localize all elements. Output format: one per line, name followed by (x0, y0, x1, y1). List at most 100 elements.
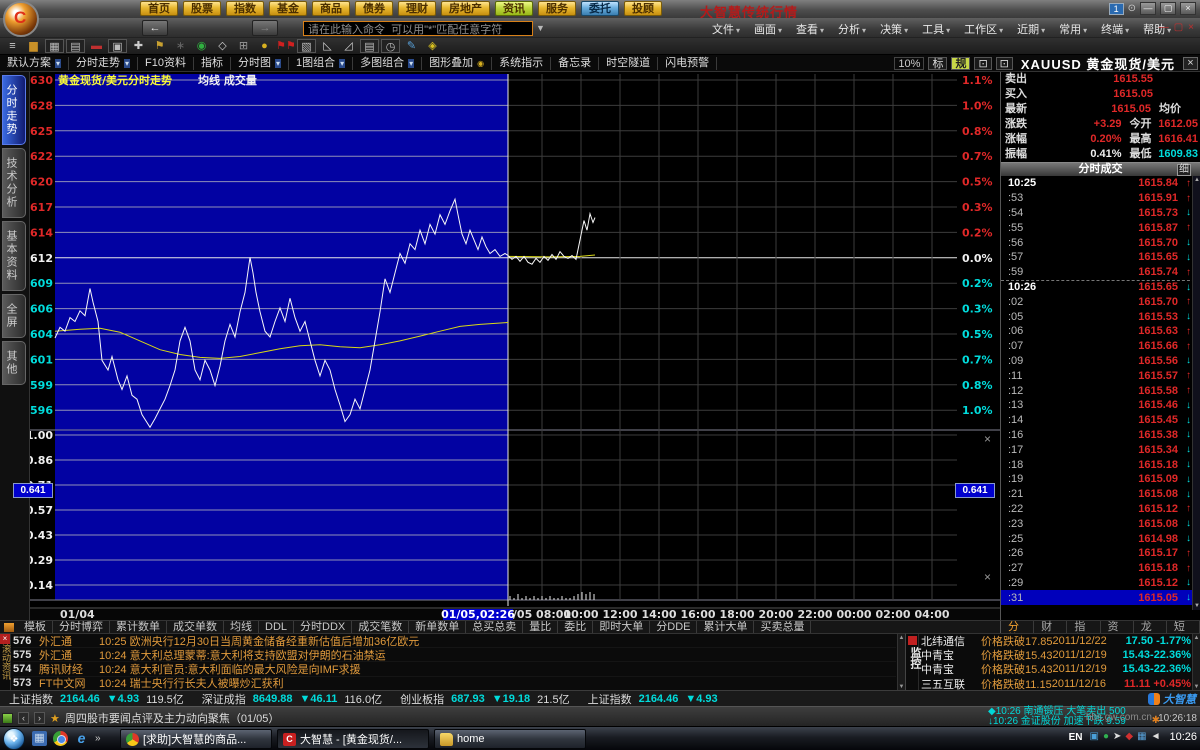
indicator-tab[interactable]: 模板 (18, 621, 53, 633)
mouse-icon[interactable]: ➤ (1113, 730, 1121, 744)
ruler-left-icon[interactable]: ◺ (318, 39, 337, 53)
side-tab[interactable]: 分时走势 (2, 75, 26, 145)
side-tab[interactable]: 基本资料 (2, 221, 26, 291)
monitor-row[interactable]: 中青宝 价格跌破15.43 2011/12/19 15.43-22.36% (921, 648, 1191, 662)
zoom-level[interactable]: 10% (894, 57, 924, 70)
menu-icon[interactable]: ≡ (3, 39, 22, 53)
menu-item[interactable]: 工具 (922, 21, 950, 37)
task-button[interactable]: [求助]大智慧的商品... (120, 729, 272, 749)
monitor-scrollbar[interactable]: ▲ ▼ (1192, 634, 1200, 691)
scheme-tab[interactable]: F10资料 (138, 57, 194, 70)
indicator-tab[interactable]: 分时博弈 (53, 621, 110, 633)
brush-icon[interactable]: ✎ (402, 39, 421, 53)
nav-button[interactable]: 委托 (581, 1, 619, 16)
network-monitor-icon[interactable]: 1 (1109, 3, 1124, 15)
red-flags-icon[interactable]: ⚑⚑ (276, 39, 295, 53)
network-icon[interactable]: ▦ (1137, 730, 1146, 744)
menu-item[interactable]: 分析 (838, 21, 866, 37)
sales-row[interactable]: :17 1615.34 ↓ (1001, 442, 1200, 457)
sales-row[interactable]: :31 1615.05 ↓ (1001, 590, 1200, 605)
right-panel-tab[interactable]: 龙虎 (1134, 621, 1167, 633)
indicator-tab[interactable]: 成交单数 (167, 621, 224, 633)
prev-icon[interactable]: ‹ (18, 712, 29, 724)
scheme-tab[interactable]: 备忘录 (551, 57, 599, 70)
mini-close-icon[interactable]: × (1188, 22, 1194, 33)
sales-row[interactable]: :14 1615.45 ↓ (1001, 413, 1200, 428)
scheme-tab[interactable]: 系统指示 (492, 57, 551, 70)
sales-row[interactable]: :06 1615.63 ↑ (1001, 324, 1200, 339)
security-icon[interactable]: ◆ (1125, 730, 1133, 744)
flag-icon[interactable]: ⚑ (150, 39, 169, 53)
pane-right-icon[interactable]: ⊡ (996, 57, 1013, 70)
nav-button[interactable]: 股票 (183, 1, 221, 16)
sales-row[interactable]: :12 1615.58 ↑ (1001, 383, 1200, 398)
indicator-tab[interactable]: DDL (259, 621, 294, 633)
doc-icon[interactable]: ▤ (360, 39, 379, 53)
chrome-icon[interactable] (53, 731, 68, 746)
scroll-down-icon[interactable]: ▼ (1193, 603, 1200, 609)
mini-restore-icon[interactable]: ▢ (1174, 22, 1183, 33)
back-button[interactable]: ← (142, 20, 168, 36)
sales-row[interactable]: :59 1615.74 ↑ (1001, 265, 1200, 280)
index-item[interactable]: 上证指数 2164.46 ▼4.93 (579, 691, 734, 707)
chart-pane-icon[interactable]: ▤ (66, 39, 85, 53)
scroll-up-icon[interactable]: ▲ (1193, 177, 1200, 183)
indicator-tab[interactable]: 累计数单 (110, 621, 167, 633)
nav-button[interactable]: 债券 (355, 1, 393, 16)
status-headline[interactable]: 周四股市要闻点评及主力动向聚焦（01/05） (65, 710, 280, 726)
menu-item[interactable]: 终端 (1101, 21, 1129, 37)
pane-close-icon-2[interactable]: × (984, 570, 991, 584)
command-dropdown-icon[interactable]: ▼ (536, 23, 545, 33)
app-logo-icon[interactable]: C (3, 1, 39, 37)
sales-row[interactable]: :53 1615.91 ↑ (1001, 191, 1200, 206)
indicator-tab[interactable]: 委比 (558, 621, 593, 633)
dim-icon[interactable]: ∗ (171, 39, 190, 53)
menu-item[interactable]: 文件 (712, 21, 740, 37)
gui-mode-button[interactable]: 规 (951, 57, 970, 70)
monitor-row[interactable]: 中青宝 价格跌破15.43 2011/12/19 15.43-22.36% (921, 662, 1191, 676)
right-panel-tab[interactable]: 财务 (1034, 621, 1067, 633)
monitor-row[interactable]: 北纬通信 价格跌破17.85 2011/12/22 17.50 -1.77% (921, 634, 1191, 648)
intraday-chart[interactable]: 16301.1%16281.0%16250.8%16220.7%16200.5%… (30, 72, 1000, 620)
close-button[interactable]: × (1180, 2, 1196, 15)
scheme-tab[interactable]: 分时走势 (69, 57, 138, 70)
scheme-tab[interactable]: 多图组合 (353, 57, 422, 70)
index-item[interactable]: 深证成指 8649.88 ▼46.11 116.0亿 (193, 691, 391, 707)
traffic-light-icon[interactable]: ◉ (192, 39, 211, 53)
image-icon[interactable]: ▧ (297, 39, 316, 53)
indicator-tab[interactable]: 累计大单 (697, 621, 754, 633)
nav-button[interactable]: 服务 (538, 1, 576, 16)
indicator-tab[interactable]: 新单数单 (409, 621, 466, 633)
menu-item[interactable]: 常用 (1059, 21, 1087, 37)
sales-row[interactable]: :22 1615.12 ↑ (1001, 502, 1200, 517)
scheme-tab[interactable]: 默认方案 (0, 57, 69, 70)
menu-item[interactable]: 画面 (754, 21, 782, 37)
sales-row[interactable]: 10:25 1615.84 ↑ (1001, 176, 1200, 191)
chevron-icon[interactable]: » (95, 733, 101, 744)
volume-icon[interactable]: ◄ (1151, 730, 1161, 744)
sales-row[interactable]: :18 1615.18 ↓ (1001, 457, 1200, 472)
start-button[interactable]: ❖ (3, 728, 25, 750)
indicator-tab[interactable]: 量比 (523, 621, 558, 633)
nav-button[interactable]: 房地产 (441, 1, 490, 16)
sales-row[interactable]: :05 1615.53 ↓ (1001, 309, 1200, 324)
app-tray-icon[interactable]: ▣ (1090, 730, 1099, 744)
indicator-tab[interactable]: 分DDE (650, 621, 697, 633)
sales-row[interactable]: :19 1615.09 ↓ (1001, 472, 1200, 487)
sales-row[interactable]: :54 1615.73 ↓ (1001, 206, 1200, 221)
side-tab[interactable]: 其他 (2, 341, 26, 385)
sales-row[interactable]: :23 1615.08 ↓ (1001, 516, 1200, 531)
right-panel-tab[interactable]: 短线 (1167, 621, 1200, 633)
indicator-tab[interactable]: 分时DDX (294, 621, 352, 633)
news-row[interactable]: 573 FT中文网 10:24 瑞士央行行长夫人被曝炒汇获利 (13, 677, 896, 691)
task-button[interactable]: home (434, 729, 586, 749)
sales-row[interactable]: :27 1615.18 ↑ (1001, 561, 1200, 576)
side-tab[interactable]: 全屏 (2, 294, 26, 338)
side-tab[interactable]: 技术分析 (2, 148, 26, 218)
forward-button[interactable]: → (252, 20, 278, 36)
indicator-tab[interactable]: 买卖总量 (754, 621, 811, 633)
detail-button[interactable]: 细 (1177, 164, 1191, 176)
pane-close-icon[interactable]: × (984, 432, 991, 446)
menu-item[interactable]: 决策 (880, 21, 908, 37)
sales-scrollbar[interactable]: ▲ ▼ (1192, 176, 1200, 610)
